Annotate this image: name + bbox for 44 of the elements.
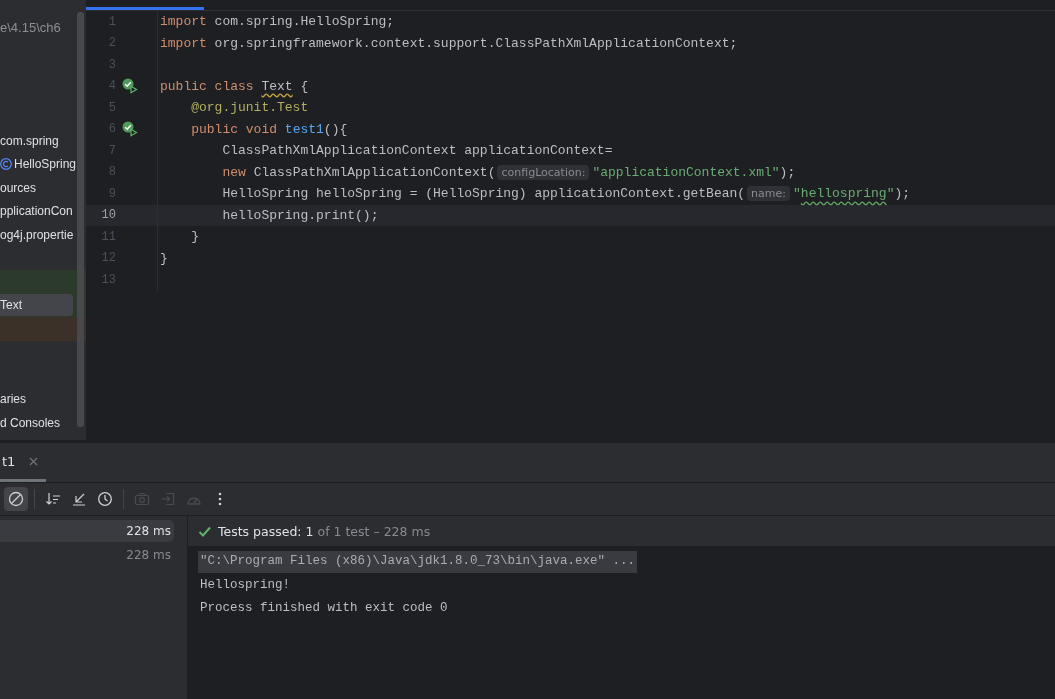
scrollbar[interactable] (77, 12, 84, 427)
collapse-icon (71, 491, 87, 507)
code-line: import org.springframework.context.support.ClassPathXmlApplicationContext; (160, 35, 738, 51)
duration-text: 228 ms (126, 524, 171, 538)
import-icon (160, 491, 176, 507)
sort-icon (45, 491, 61, 507)
clock-icon (97, 491, 113, 507)
parameter-hint: configLocation: (497, 164, 590, 180)
stop-button[interactable] (4, 487, 28, 511)
test-result-row[interactable]: 228 ms (0, 544, 174, 566)
line-number: 10 (100, 208, 116, 223)
class-icon (0, 158, 12, 171)
tree-item[interactable]: og4j.propertie (0, 223, 74, 246)
project-path: e\4.15\ch6 (0, 19, 62, 37)
console-output: Hellospring! (199, 576, 291, 594)
code-line: import com.spring.HelloSpring; (160, 14, 395, 30)
tree-item[interactable]: aries (0, 388, 73, 411)
tree-item[interactable]: d Consoles (0, 411, 73, 434)
camera-icon (134, 491, 150, 507)
code-line: public void test1(){ (190, 121, 348, 137)
code-line: } (190, 229, 199, 245)
close-icon[interactable] (29, 456, 39, 466)
code-line: } (160, 250, 168, 266)
run-tab[interactable]: t1 (0, 443, 47, 482)
console-output: Process finished with exit code 0 (199, 600, 449, 617)
tree-item[interactable]: com.spring (0, 129, 73, 152)
code-line: new ClassPathXmlApplicationContext( configLocation: "applicationContext.xml"); (221, 164, 796, 180)
tree-item[interactable]: pplicationCon (0, 200, 73, 223)
test-result-row[interactable]: 228 ms (0, 520, 174, 542)
code-line: @org.junit.Test (190, 100, 309, 116)
code-line: public class Text { (160, 78, 309, 94)
stop-icon (8, 491, 24, 507)
status-detail: of 1 test – 228 ms (317, 523, 431, 539)
duration-text: 228 ms (126, 548, 171, 562)
run-test-icon[interactable] (122, 78, 138, 95)
tree-item[interactable]: HelloSpring (0, 153, 77, 176)
status-text: Tests passed: 1 (218, 523, 314, 539)
code-line: HelloSpring helloSpring = (HelloSpring) applicationContext.getBean( name: "hellospring"); (221, 186, 911, 202)
run-test-icon[interactable] (122, 121, 138, 138)
parameter-hint: name: (747, 186, 790, 202)
tree-item[interactable]: Text (0, 294, 73, 317)
code-line: helloSpring.print(); (221, 207, 379, 223)
tree-item[interactable]: ources (0, 176, 73, 199)
code-line: ClassPathXmlApplicationContext applicationContext= (221, 143, 613, 159)
